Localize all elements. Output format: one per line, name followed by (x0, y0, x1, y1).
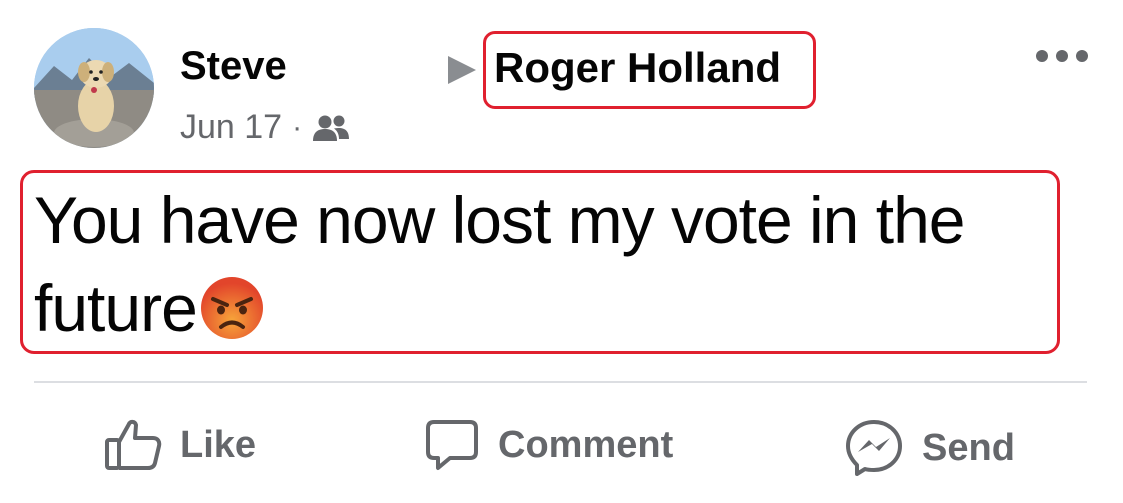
post-meta: Jun 17 · (180, 108, 350, 147)
author-name[interactable]: Steve (180, 44, 287, 89)
like-label: Like (180, 423, 257, 466)
comment-bubble-icon (426, 420, 478, 470)
avatar-image (34, 28, 154, 148)
like-button[interactable]: Like (104, 418, 256, 472)
send-label: Send (922, 426, 1015, 469)
shared-to-arrow-icon (448, 56, 476, 84)
messenger-icon (846, 420, 902, 476)
angry-face-emoji (200, 277, 263, 339)
send-button[interactable]: Send (844, 418, 1015, 478)
meta-separator: · (292, 110, 303, 144)
post-text-content: You have now lost my vote in the future (34, 183, 965, 345)
friends-icon[interactable] (312, 113, 350, 143)
post-date[interactable]: Jun 17 (180, 108, 282, 147)
like-thumb-icon (105, 419, 162, 470)
post-text: You have now lost my vote in the future (34, 176, 1034, 352)
avatar[interactable] (34, 28, 154, 148)
divider (34, 381, 1087, 383)
target-name[interactable]: Roger Holland (494, 44, 781, 92)
comment-label: Comment (498, 423, 674, 466)
comment-button[interactable]: Comment (424, 418, 673, 472)
more-options-icon[interactable] (1036, 50, 1088, 62)
